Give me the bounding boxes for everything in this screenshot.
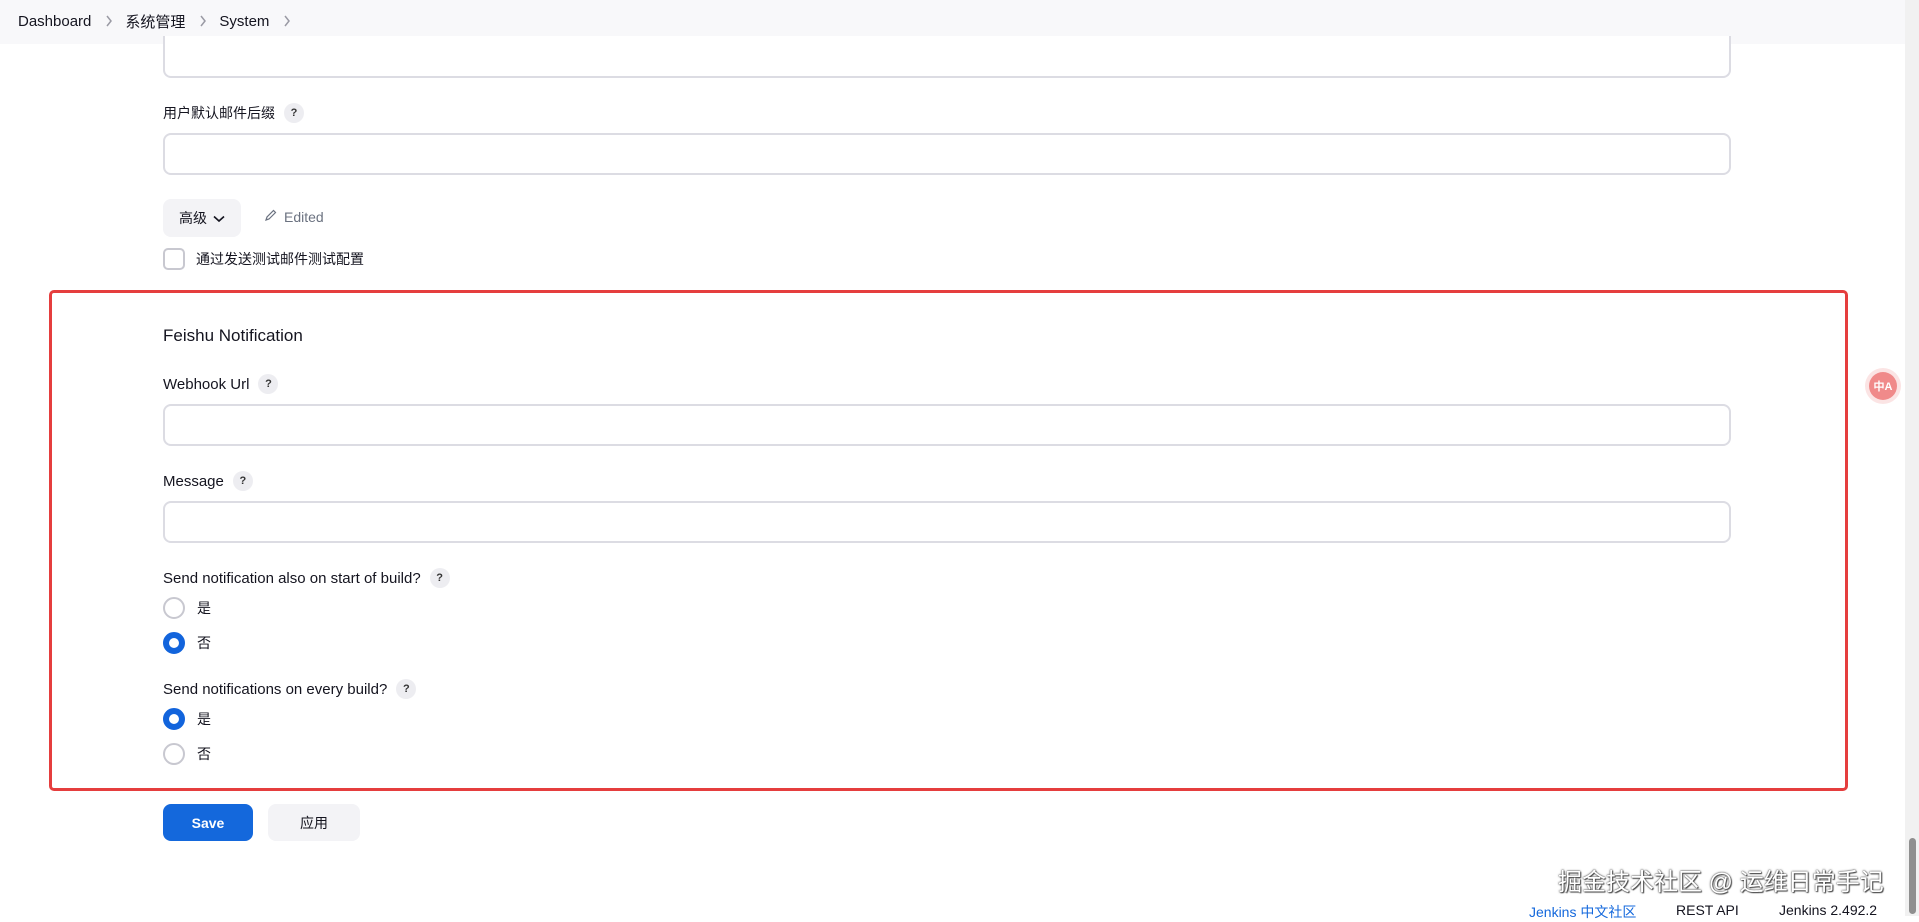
default-suffix-label-row: 用户默认邮件后缀 ? (163, 103, 304, 123)
test-config-row: 通过发送测试邮件测试配置 (163, 248, 364, 270)
scrollbar-track[interactable] (1905, 0, 1919, 916)
webhook-url-input[interactable] (163, 404, 1731, 446)
test-config-label: 通过发送测试邮件测试配置 (196, 251, 364, 267)
start-question-row: Send notification also on start of build… (163, 568, 450, 588)
message-input[interactable] (163, 501, 1731, 543)
default-suffix-label: 用户默认邮件后缀 (163, 105, 275, 121)
start-option-yes[interactable]: 是 (163, 597, 211, 619)
every-question-label: Send notifications on every build? (163, 680, 388, 698)
feishu-section-title: Feishu Notification (163, 326, 303, 345)
help-icon[interactable]: ? (258, 374, 279, 394)
start-no-radio[interactable] (163, 632, 185, 654)
every-no-radio[interactable] (163, 743, 185, 765)
help-icon[interactable]: ? (429, 568, 450, 588)
chevron-down-icon (213, 210, 225, 226)
every-option-no[interactable]: 否 (163, 743, 211, 765)
apply-button[interactable]: 应用 (268, 804, 360, 841)
edited-indicator: Edited (264, 208, 324, 225)
start-yes-label: 是 (197, 600, 211, 616)
message-label: Message (163, 472, 224, 490)
test-config-checkbox[interactable] (163, 248, 185, 270)
message-label-row: Message ? (163, 471, 253, 491)
webhook-label-row: Webhook Url ? (163, 374, 279, 394)
watermark: 掘金技术社区 @ 运维日常手记 (1558, 869, 1884, 896)
every-option-yes[interactable]: 是 (163, 708, 211, 730)
breadcrumb-system[interactable]: System (219, 13, 269, 30)
translate-icon[interactable]: 中A (1869, 372, 1897, 400)
footer-community-link[interactable]: Jenkins 中文社区 (1529, 902, 1636, 922)
breadcrumb-system-management[interactable]: 系统管理 (125, 11, 185, 32)
start-no-label: 否 (197, 635, 211, 651)
start-option-no[interactable]: 否 (163, 632, 211, 654)
chevron-right-icon (105, 15, 113, 27)
edited-label: Edited (284, 208, 324, 225)
save-button[interactable]: Save (163, 804, 253, 841)
pencil-icon (264, 208, 278, 225)
chevron-right-icon (283, 15, 291, 27)
previous-field-input[interactable] (163, 36, 1731, 78)
help-icon[interactable]: ? (396, 679, 417, 699)
help-icon[interactable]: ? (232, 471, 253, 491)
default-suffix-input[interactable] (163, 133, 1731, 175)
breadcrumb-dashboard[interactable]: Dashboard (18, 13, 91, 30)
advanced-button[interactable]: 高级 (163, 199, 241, 237)
chevron-right-icon (199, 15, 207, 27)
every-question-row: Send notifications on every build? ? (163, 679, 417, 699)
scrollbar-thumb[interactable] (1909, 838, 1916, 914)
advanced-label: 高级 (179, 210, 207, 226)
start-question-label: Send notification also on start of build… (163, 569, 421, 587)
help-icon[interactable]: ? (284, 103, 304, 123)
every-no-label: 否 (197, 746, 211, 762)
every-yes-radio[interactable] (163, 708, 185, 730)
start-yes-radio[interactable] (163, 597, 185, 619)
webhook-label: Webhook Url (163, 375, 250, 393)
every-yes-label: 是 (197, 711, 211, 727)
